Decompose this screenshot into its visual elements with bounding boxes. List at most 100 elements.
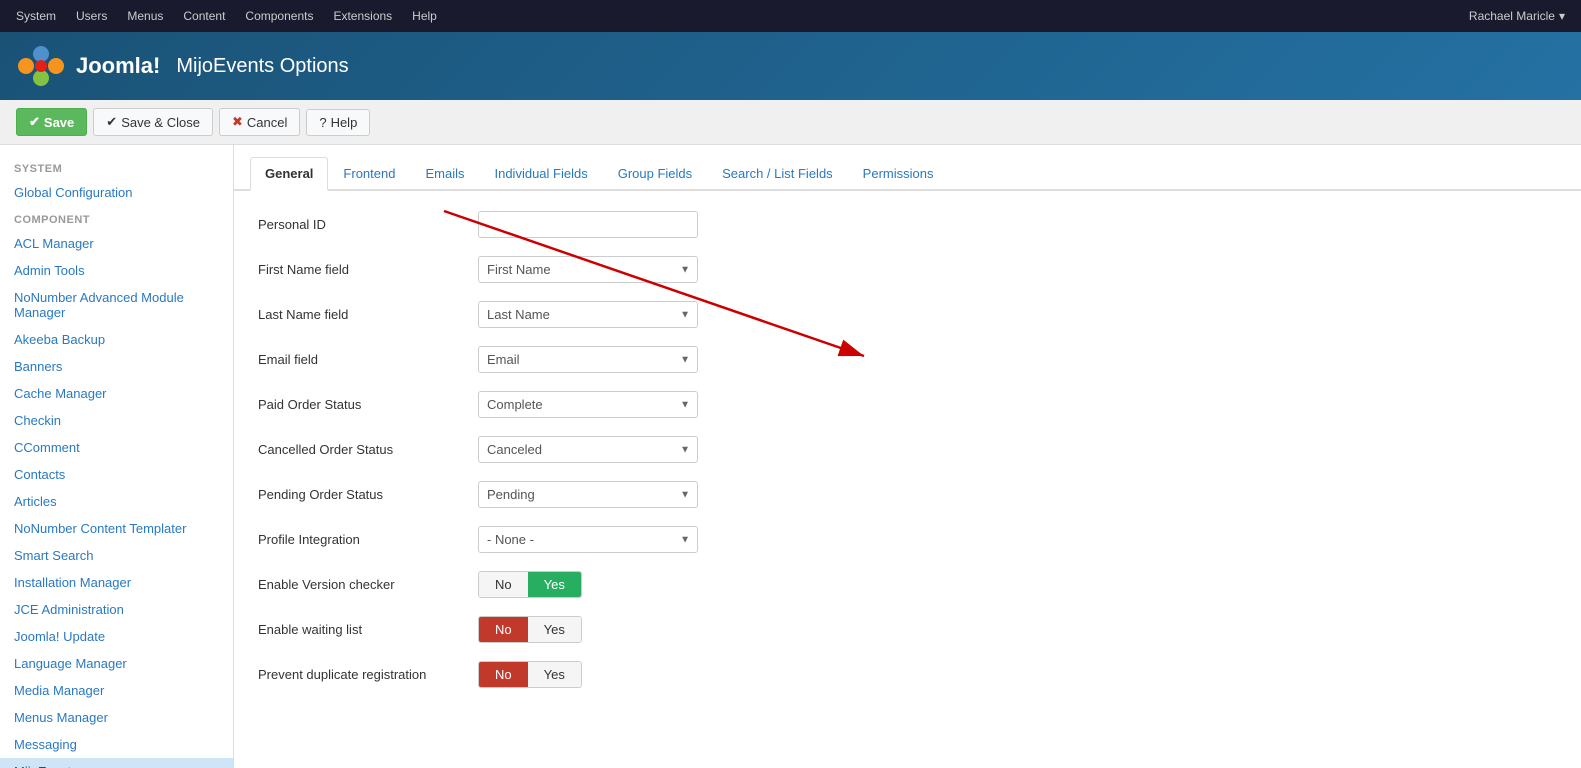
sidebar-item-global-configuration[interactable]: Global Configuration xyxy=(0,179,233,206)
duplicate-label: Prevent duplicate registration xyxy=(258,667,478,682)
duplicate-yes-button[interactable]: Yes xyxy=(528,662,581,687)
sidebar-item-checkin[interactable]: Checkin xyxy=(0,407,233,434)
first-name-label: First Name field xyxy=(258,262,478,277)
cancelled-order-row: Cancelled Order Status Canceled xyxy=(258,436,1557,463)
first-name-select[interactable]: First Name xyxy=(478,256,698,283)
version-checker-toggle: No Yes xyxy=(478,571,582,598)
tab-frontend[interactable]: Frontend xyxy=(328,157,410,191)
waiting-list-yes-button[interactable]: Yes xyxy=(528,617,581,642)
top-nav-menu: System Users Menus Content Components Ex… xyxy=(16,9,437,23)
help-label: Help xyxy=(331,115,358,130)
sidebar-item-articles[interactable]: Articles xyxy=(0,488,233,515)
last-name-control: Last Name xyxy=(478,301,1557,328)
version-checker-no-button[interactable]: No xyxy=(479,572,528,597)
paid-order-select[interactable]: Complete xyxy=(478,391,698,418)
sidebar-item-smart-search[interactable]: Smart Search xyxy=(0,542,233,569)
cancel-button[interactable]: ✖ Cancel xyxy=(219,108,300,136)
version-checker-row: Enable Version checker No Yes xyxy=(258,571,1557,598)
sidebar-item-media-manager[interactable]: Media Manager xyxy=(0,677,233,704)
profile-select[interactable]: - None - xyxy=(478,526,698,553)
sidebar-item-banners[interactable]: Banners xyxy=(0,353,233,380)
paid-order-select-wrap: Complete xyxy=(478,391,698,418)
save-close-icon: ✔ xyxy=(106,114,117,130)
waiting-list-label: Enable waiting list xyxy=(258,622,478,637)
help-icon: ? xyxy=(319,115,326,130)
nav-menus[interactable]: Menus xyxy=(127,9,163,23)
tab-permissions[interactable]: Permissions xyxy=(848,157,949,191)
save-close-button[interactable]: ✔ Save & Close xyxy=(93,108,213,136)
paid-order-control: Complete xyxy=(478,391,1557,418)
profile-select-wrap: - None - xyxy=(478,526,698,553)
version-checker-yes-button[interactable]: Yes xyxy=(528,572,581,597)
waiting-list-no-button[interactable]: No xyxy=(479,617,528,642)
sidebar-item-acl-manager[interactable]: ACL Manager xyxy=(0,230,233,257)
personal-id-input[interactable] xyxy=(478,211,698,238)
joomla-logo-icon xyxy=(16,44,66,88)
duplicate-no-button[interactable]: No xyxy=(479,662,528,687)
personal-id-control xyxy=(478,211,1557,238)
user-menu[interactable]: Rachael Maricle ▾ xyxy=(1469,9,1565,23)
nav-extensions[interactable]: Extensions xyxy=(333,9,392,23)
sidebar-item-language-manager[interactable]: Language Manager xyxy=(0,650,233,677)
main-layout: SYSTEM Global Configuration COMPONENT AC… xyxy=(0,145,1581,768)
sidebar-item-menus-manager[interactable]: Menus Manager xyxy=(0,704,233,731)
sidebar-item-mijoevents[interactable]: MijoEvents xyxy=(0,758,233,768)
content-area: General Frontend Emails Individual Field… xyxy=(234,145,1581,768)
tab-group-fields[interactable]: Group Fields xyxy=(603,157,707,191)
sidebar-item-jce-administration[interactable]: JCE Administration xyxy=(0,596,233,623)
last-name-row: Last Name field Last Name xyxy=(258,301,1557,328)
nav-content[interactable]: Content xyxy=(183,9,225,23)
pending-order-label: Pending Order Status xyxy=(258,487,478,502)
tab-general[interactable]: General xyxy=(250,157,328,191)
tab-individual-fields[interactable]: Individual Fields xyxy=(479,157,602,191)
cancel-icon: ✖ xyxy=(232,114,243,130)
email-select[interactable]: Email xyxy=(478,346,698,373)
last-name-select-wrap: Last Name xyxy=(478,301,698,328)
last-name-select[interactable]: Last Name xyxy=(478,301,698,328)
nav-help[interactable]: Help xyxy=(412,9,437,23)
pending-order-row: Pending Order Status Pending xyxy=(258,481,1557,508)
sidebar: SYSTEM Global Configuration COMPONENT AC… xyxy=(0,145,234,768)
sidebar-item-nonumber-content[interactable]: NoNumber Content Templater xyxy=(0,515,233,542)
pending-order-select[interactable]: Pending xyxy=(478,481,698,508)
user-dropdown-icon: ▾ xyxy=(1559,9,1565,23)
cancel-label: Cancel xyxy=(247,115,287,130)
toolbar: ✔ Save ✔ Save & Close ✖ Cancel ? Help xyxy=(0,100,1581,145)
form-area: Personal ID First Name field First Name xyxy=(234,191,1581,726)
duplicate-control: No Yes xyxy=(478,661,1557,688)
cancelled-order-select[interactable]: Canceled xyxy=(478,436,698,463)
waiting-list-control: No Yes xyxy=(478,616,1557,643)
cancelled-order-control: Canceled xyxy=(478,436,1557,463)
help-button[interactable]: ? Help xyxy=(306,109,370,136)
sidebar-item-admin-tools[interactable]: Admin Tools xyxy=(0,257,233,284)
sidebar-item-contacts[interactable]: Contacts xyxy=(0,461,233,488)
sidebar-item-ccomment[interactable]: CComment xyxy=(0,434,233,461)
logo-text: Joomla! xyxy=(76,53,160,79)
tab-search-list-fields[interactable]: Search / List Fields xyxy=(707,157,848,191)
paid-order-row: Paid Order Status Complete xyxy=(258,391,1557,418)
waiting-list-toggle: No Yes xyxy=(478,616,582,643)
sidebar-item-messaging[interactable]: Messaging xyxy=(0,731,233,758)
first-name-row: First Name field First Name xyxy=(258,256,1557,283)
duplicate-row: Prevent duplicate registration No Yes xyxy=(258,661,1557,688)
nav-system[interactable]: System xyxy=(16,9,56,23)
save-button[interactable]: ✔ Save xyxy=(16,108,87,136)
sidebar-component-label: COMPONENT xyxy=(0,206,233,230)
sidebar-item-installation-manager[interactable]: Installation Manager xyxy=(0,569,233,596)
nav-users[interactable]: Users xyxy=(76,9,107,23)
profile-row: Profile Integration - None - xyxy=(258,526,1557,553)
logo-area: Joomla! xyxy=(16,44,160,88)
paid-order-label: Paid Order Status xyxy=(258,397,478,412)
sidebar-item-joomla-update[interactable]: Joomla! Update xyxy=(0,623,233,650)
sidebar-item-akeeba-backup[interactable]: Akeeba Backup xyxy=(0,326,233,353)
sidebar-item-cache-manager[interactable]: Cache Manager xyxy=(0,380,233,407)
nav-components[interactable]: Components xyxy=(245,9,313,23)
sidebar-item-nonumber-advanced[interactable]: NoNumber Advanced Module Manager xyxy=(0,284,233,326)
tab-emails[interactable]: Emails xyxy=(410,157,479,191)
email-select-wrap: Email xyxy=(478,346,698,373)
pending-order-select-wrap: Pending xyxy=(478,481,698,508)
cancelled-order-label: Cancelled Order Status xyxy=(258,442,478,457)
version-checker-label: Enable Version checker xyxy=(258,577,478,592)
email-label: Email field xyxy=(258,352,478,367)
username: Rachael Maricle xyxy=(1469,9,1555,23)
